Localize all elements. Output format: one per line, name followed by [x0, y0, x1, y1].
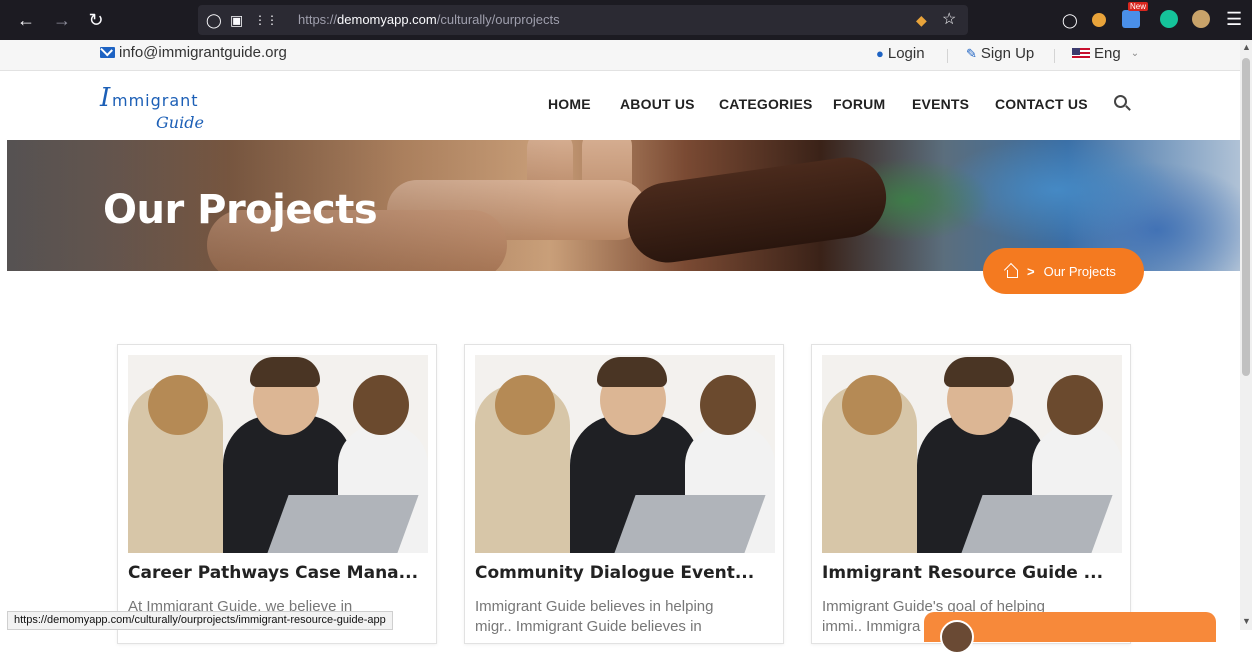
search-icon[interactable] — [1114, 95, 1127, 108]
extension-new-icon[interactable] — [1122, 10, 1140, 28]
breadcrumb-current: Our Projects — [1043, 263, 1116, 279]
project-image[interactable] — [128, 355, 428, 553]
breadcrumb: > Our Projects — [983, 248, 1144, 294]
scroll-down-icon[interactable]: ▼ — [1242, 616, 1251, 626]
forward-icon[interactable]: → — [50, 8, 74, 32]
grammarly-icon[interactable] — [1160, 10, 1178, 28]
nav-events[interactable]: EVENTS — [912, 96, 969, 112]
flag-icon — [1072, 47, 1090, 60]
url-text[interactable]: https://demomyapp.com/culturally/ourproj… — [298, 12, 560, 27]
divider — [947, 49, 948, 63]
card-excerpt: Immigrant Guide believes in helping migr… — [475, 598, 714, 635]
address-bar[interactable]: ◯ ▣ ⋮⋮ https://demomyapp.com/culturally/… — [198, 5, 968, 35]
login-link[interactable]: ● Login — [876, 45, 925, 62]
new-badge: New — [1128, 2, 1149, 11]
avatar — [940, 620, 974, 654]
nav-categories[interactable]: CATEGORIES — [719, 96, 813, 112]
permissions-icon[interactable]: ⋮⋮ — [254, 10, 278, 30]
nav-about-us[interactable]: ABOUT US — [620, 96, 695, 112]
language-selector[interactable]: Eng ⌄ — [1072, 45, 1139, 62]
scroll-thumb[interactable] — [1242, 58, 1250, 376]
project-card[interactable]: Career Pathways Case Mana... At Immigran… — [117, 344, 437, 644]
back-icon[interactable]: ← — [14, 8, 38, 32]
home-icon[interactable] — [1005, 265, 1018, 278]
card-title[interactable]: Immigrant Resource Guide ... — [822, 563, 1103, 583]
breadcrumb-separator: > — [1027, 263, 1035, 279]
card-title[interactable]: Career Pathways Case Mana... — [128, 563, 418, 583]
edit-icon: ✎ — [966, 45, 977, 61]
menu-icon[interactable]: ☰ — [1226, 9, 1242, 30]
project-card[interactable]: Immigrant Resource Guide ... Immigrant G… — [811, 344, 1131, 644]
chat-widget[interactable] — [924, 612, 1216, 654]
bookmark-star-icon[interactable]: ☆ — [942, 10, 956, 30]
nav-contact-us[interactable]: CONTACT US — [995, 96, 1088, 112]
shield-icon[interactable]: ◯ — [206, 10, 222, 30]
divider — [1054, 49, 1055, 63]
card-title[interactable]: Community Dialogue Event... — [475, 563, 754, 583]
status-bar-url: https://demomyapp.com/culturally/ourproj… — [7, 611, 393, 630]
top-info-bar: info@immigrantguide.org ● Login ✎ Sign U… — [0, 40, 1240, 71]
email-link[interactable]: info@immigrantguide.org — [100, 44, 287, 61]
logo[interactable]: I mmigrant Guide — [100, 79, 210, 133]
chevron-down-icon: ⌄ — [1130, 48, 1140, 59]
gift-icon[interactable]: ◆ — [916, 10, 927, 30]
scroll-up-icon[interactable]: ▲ — [1242, 42, 1251, 52]
reload-icon[interactable]: ↻ — [84, 8, 108, 32]
pocket-icon[interactable]: ◯ — [1062, 10, 1078, 30]
page-scrollbar[interactable]: ▲ ▼ — [1240, 40, 1252, 630]
profile-icon[interactable] — [1192, 10, 1210, 28]
user-icon: ● — [876, 46, 884, 61]
page-title: Our Projects — [103, 187, 378, 233]
browser-toolbar: ← → ↻ ◯ ▣ ⋮⋮ https://demomyapp.com/cultu… — [0, 0, 1252, 40]
nav-home[interactable]: HOME — [548, 96, 591, 112]
site-header: I mmigrant Guide HOME ABOUT US CATEGORIE… — [0, 71, 1240, 140]
envelope-icon — [100, 47, 115, 58]
nav-forum[interactable]: FORUM — [833, 96, 885, 112]
project-card[interactable]: Community Dialogue Event... Immigrant Gu… — [464, 344, 784, 644]
project-image[interactable] — [475, 355, 775, 553]
lock-icon[interactable]: ▣ — [230, 10, 243, 30]
project-image[interactable] — [822, 355, 1122, 553]
signup-link[interactable]: ✎ Sign Up — [966, 45, 1034, 62]
extension-icon[interactable] — [1092, 13, 1106, 27]
